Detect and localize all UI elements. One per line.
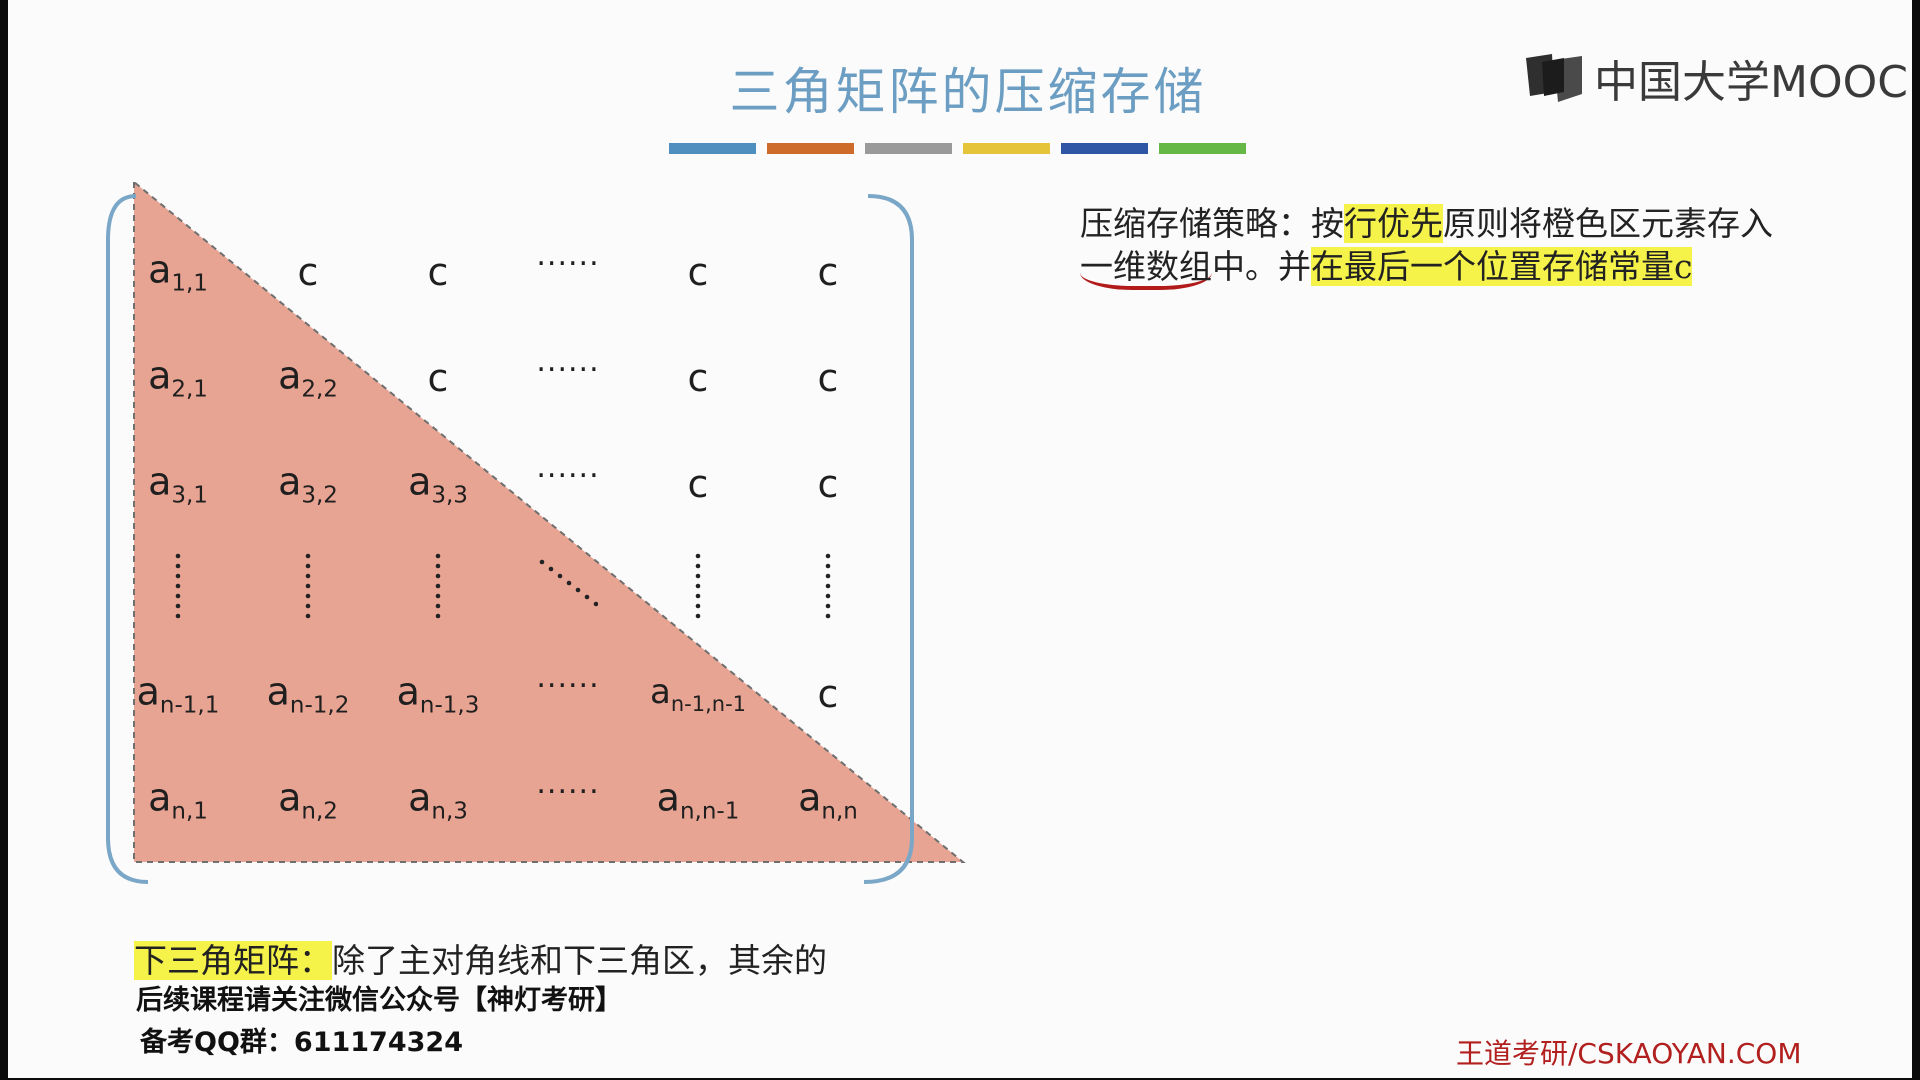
element-base: a xyxy=(798,775,822,820)
ellipsis-vertical xyxy=(305,553,311,619)
color-bar-segment xyxy=(1061,143,1148,154)
ellipsis-horizontal: ······ xyxy=(536,458,600,494)
right-bracket xyxy=(863,194,914,884)
lower-triangle-region xyxy=(133,179,966,863)
element-subscript: n,1 xyxy=(171,798,208,825)
underline-1d-array: 一维数组 xyxy=(1080,247,1212,290)
ellipsis-horizontal: ······ xyxy=(536,774,600,810)
matrix-element: an-1,n-1 xyxy=(650,672,746,716)
ellipsis-horizontal: ······ xyxy=(536,352,600,388)
definition-label: 下三角矩阵： xyxy=(134,941,332,980)
element-subscript: 2,1 xyxy=(171,376,208,403)
element-base: a xyxy=(266,669,290,714)
matrix-constant: c xyxy=(427,250,449,294)
ellipsis-horizontal: ······ xyxy=(536,246,600,282)
element-subscript: n-1,3 xyxy=(419,692,480,719)
ellipsis-vertical xyxy=(825,553,831,619)
matrix-constant: c xyxy=(817,672,839,716)
wechat-notice: 后续课程请关注微信公众号【神灯考研】 xyxy=(136,985,622,1016)
element-subscript: n-1,n-1 xyxy=(670,692,747,716)
element-subscript: n,n-1 xyxy=(679,798,740,825)
strategy-part: 中。并 xyxy=(1212,247,1311,286)
matrix-element: an-1,2 xyxy=(267,670,350,719)
element-base: a xyxy=(148,353,172,398)
strategy-part: 压缩存储策略：按 xyxy=(1080,204,1344,243)
definition-line: 下三角矩阵：除了主对角线和下三角区，其余的 xyxy=(134,934,827,982)
ellipsis-horizontal: ······ xyxy=(536,668,600,704)
element-subscript: 3,2 xyxy=(301,482,338,509)
ellipsis-vertical xyxy=(435,553,441,619)
element-subscript: 1,1 xyxy=(171,270,208,297)
element-subscript: 3,1 xyxy=(171,482,208,509)
element-base: a xyxy=(408,459,432,504)
matrix-diagram xyxy=(106,179,966,884)
element-base: a xyxy=(278,775,302,820)
matrix-element: an,n xyxy=(798,776,858,825)
matrix-element: an-1,3 xyxy=(397,670,480,719)
definition-text: 除了主对角线和下三角区，其余的 xyxy=(332,941,827,980)
matrix-constant: c xyxy=(687,462,709,506)
matrix-element: a1,1 xyxy=(148,248,208,297)
matrix-element: a3,1 xyxy=(148,460,208,509)
matrix-element: an,n-1 xyxy=(657,776,740,825)
ellipsis-vertical xyxy=(175,553,181,619)
highlight-store-constant: 在最后一个位置存储常量c xyxy=(1311,247,1693,286)
matrix-element: a3,2 xyxy=(278,460,338,509)
element-subscript: 3,3 xyxy=(431,482,468,509)
qq-group: 备考QQ群：611174324 xyxy=(140,1027,463,1058)
matrix-constant: c xyxy=(817,356,839,400)
matrix-constant: c xyxy=(297,250,319,294)
matrix-element: an,2 xyxy=(278,776,338,825)
site-watermark: 王道考研/CSKAOYAN.COM xyxy=(1456,1037,1802,1070)
ellipsis-vertical xyxy=(695,553,701,619)
element-base: a xyxy=(656,775,680,820)
strategy-part: 原则将橙色区元素存入 xyxy=(1443,204,1773,243)
element-base: a xyxy=(148,775,172,820)
matrix-constant: c xyxy=(427,356,449,400)
matrix-element: a2,2 xyxy=(278,354,338,403)
matrix-element: a3,3 xyxy=(408,460,468,509)
matrix-constant: c xyxy=(687,250,709,294)
element-base: a xyxy=(649,672,671,712)
element-subscript: n-1,2 xyxy=(289,692,350,719)
matrix-constant: c xyxy=(817,250,839,294)
logo-text: 中国大学MOOC xyxy=(1594,57,1908,108)
element-base: a xyxy=(278,353,302,398)
matrix-element: an,1 xyxy=(148,776,208,825)
element-subscript: n,2 xyxy=(301,798,338,825)
highlight-row-major: 行优先 xyxy=(1344,204,1443,243)
element-base: a xyxy=(148,459,172,504)
book-icon xyxy=(1526,54,1582,102)
matrix-constant: c xyxy=(817,462,839,506)
matrix-element: an-1,1 xyxy=(137,670,220,719)
element-subscript: n-1,1 xyxy=(159,692,220,719)
element-base: a xyxy=(408,775,432,820)
matrix-element: a2,1 xyxy=(148,354,208,403)
element-base: a xyxy=(396,669,420,714)
color-bar-segment xyxy=(1159,143,1246,154)
element-base: a xyxy=(148,247,172,292)
ellipsis-diagonal xyxy=(539,559,598,607)
element-base: a xyxy=(136,669,160,714)
element-subscript: n,3 xyxy=(431,798,468,825)
element-base: a xyxy=(278,459,302,504)
element-subscript: 2,2 xyxy=(301,376,338,403)
compression-strategy-text: 压缩存储策略：按行优先原则将橙色区元素存入一维数组中。并在最后一个位置存储常量c xyxy=(1080,202,1800,290)
mooc-logo: 中国大学MOOC xyxy=(1524,46,1908,110)
matrix-constant: c xyxy=(687,356,709,400)
slide: 三角矩阵的压缩存储 中国大学MOOC a1,1 c c ······ c c a2,1 a2,… xyxy=(8,0,1912,1078)
element-subscript: n,n xyxy=(821,798,858,825)
matrix-element: an,3 xyxy=(408,776,468,825)
